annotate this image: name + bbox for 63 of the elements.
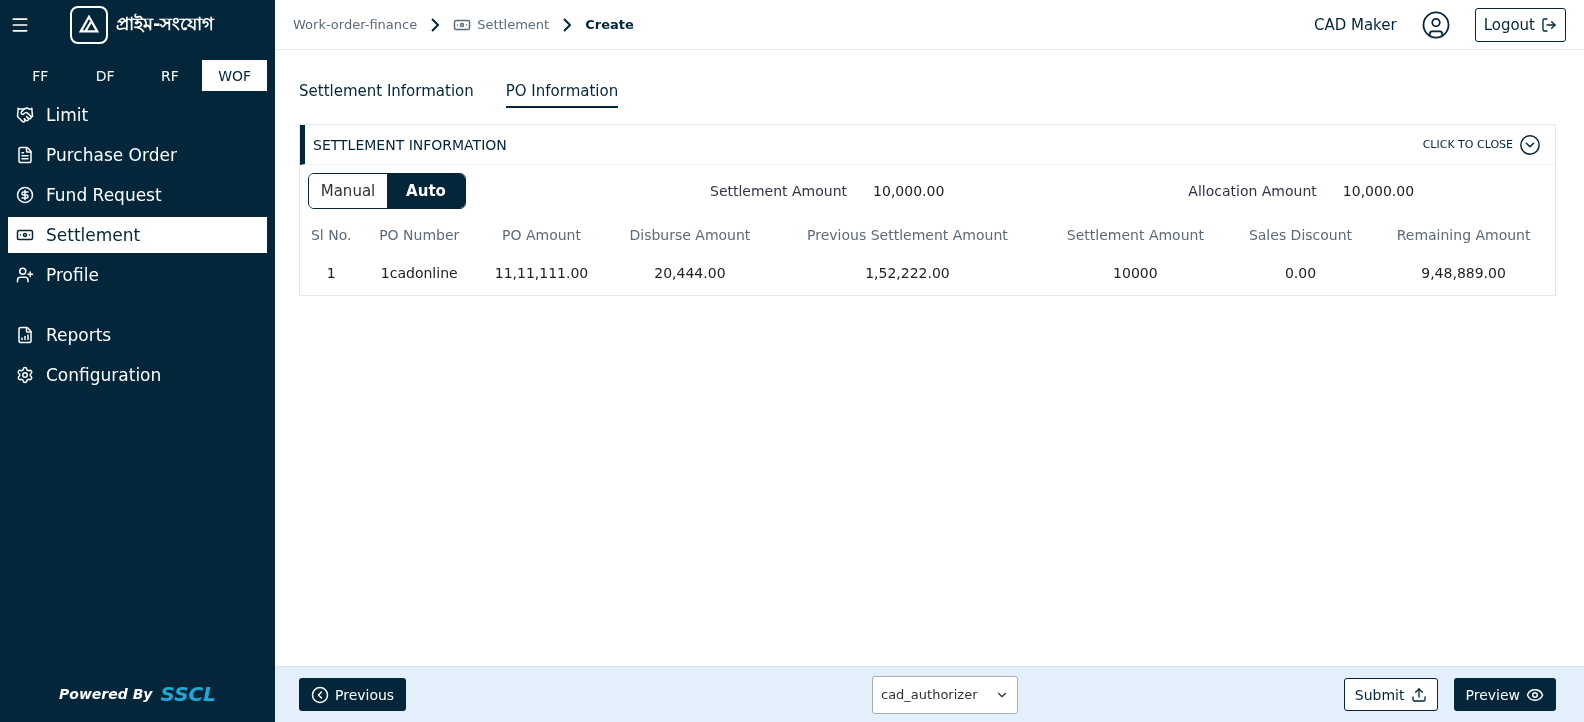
mode-toggle-button[interactable]: Auto [387, 174, 465, 208]
upload-icon [1410, 686, 1427, 703]
table-cell-text: 20,444.00 [653, 264, 727, 283]
breadcrumb-link[interactable]: Settlement [453, 15, 550, 34]
submit-button[interactable]: Submit [1343, 678, 1438, 711]
summary-value: 10,000.00 [873, 183, 945, 199]
table-cell-text: 1,52,222.00 [864, 264, 951, 283]
preview-button[interactable]: Preview [1453, 678, 1556, 711]
page-tab[interactable]: Settlement Information [299, 78, 474, 108]
dollar-icon [16, 186, 34, 204]
table-cell-text: 10000 [1112, 264, 1159, 283]
logout-button[interactable]: Logout [1474, 7, 1566, 42]
sidebar-item[interactable]: Settlement [8, 217, 267, 253]
column-header: Sales Discount [1247, 226, 1354, 245]
table-cell-text: 1 [325, 264, 337, 283]
product-tab[interactable]: RF [137, 60, 203, 91]
product-tab[interactable]: DF [72, 60, 138, 91]
column-header: PO Number [378, 226, 461, 245]
breadcrumb-link[interactable]: Work-order-finance [293, 17, 418, 32]
table-cell-text: 11,11,111.00 [493, 264, 590, 283]
role-select[interactable]: cad_authorizer [872, 675, 1018, 714]
company-logo-text: SSCL [160, 682, 216, 706]
sidebar-item[interactable]: Configuration [8, 357, 267, 393]
sidebar-item[interactable]: Fund Request [8, 177, 267, 213]
summary-value: 10,000.00 [1342, 183, 1415, 199]
user-name: CAD Maker [1313, 15, 1397, 34]
sidebar-item[interactable]: Reports [8, 317, 267, 353]
user-plus-icon [16, 266, 34, 284]
logout-icon [1541, 16, 1557, 33]
summary-label: Allocation Amount [1188, 183, 1317, 199]
sidebar-item[interactable]: Limit [8, 97, 267, 133]
previous-button[interactable]: Previous [299, 678, 407, 711]
section-title: SETTLEMENT INFORMATION [313, 136, 507, 153]
menu-icon[interactable] [10, 15, 30, 35]
summary-label: Settlement Amount [710, 183, 848, 199]
breadcrumb-link[interactable]: Create [585, 17, 634, 32]
report-icon [16, 326, 34, 344]
user-avatar-icon[interactable] [1420, 9, 1451, 40]
chevron-right-icon [563, 17, 572, 32]
chevron-right-icon [431, 17, 440, 32]
column-header: Sl No. [310, 226, 353, 245]
column-header: Previous Settlement Amount [806, 226, 1009, 245]
page-tab[interactable]: PO Information [505, 78, 619, 108]
table-cell-text: 1cadonline [379, 264, 459, 283]
column-header: Disburse Amount [628, 226, 752, 245]
column-header: Settlement Amount [1065, 226, 1205, 245]
collapse-toggle[interactable]: CLICK TO CLOSE [1416, 132, 1547, 157]
powered-by-text: Powered By [59, 686, 153, 702]
chevron-down-icon [1519, 133, 1541, 156]
column-header: PO Amount [501, 226, 582, 245]
table-cell-text: 0.00 [1283, 264, 1318, 283]
logo-icon [70, 6, 108, 44]
column-header: Remaining Amount [1395, 226, 1532, 245]
settings-icon [16, 366, 34, 384]
sidebar-item[interactable]: Purchase Order [8, 137, 267, 173]
handshake-icon [16, 106, 34, 124]
brand-name: প্রাইম-সংযোগ [116, 11, 215, 36]
product-tab[interactable]: WOF [202, 60, 267, 91]
sidebar-item[interactable]: Profile [8, 257, 267, 293]
chevron-left-icon [311, 685, 329, 704]
product-tab[interactable]: FF [8, 60, 73, 91]
table-cell-text: 9,48,889.00 [1420, 264, 1507, 283]
document-icon [16, 146, 34, 164]
